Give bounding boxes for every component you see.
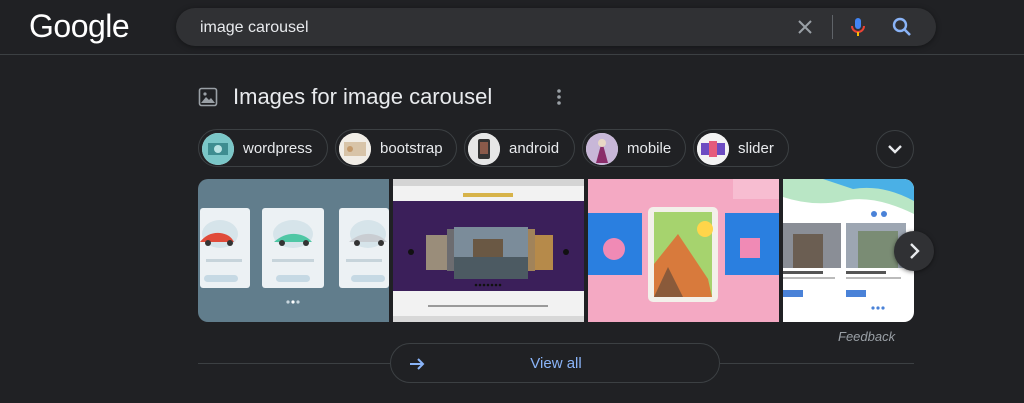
chip-thumbnail <box>468 133 500 165</box>
more-vert-icon[interactable] <box>552 86 566 108</box>
feedback-link[interactable]: Feedback <box>838 329 895 344</box>
chevron-right-icon[interactable] <box>894 231 934 271</box>
section-title[interactable]: Images for image carousel <box>233 84 492 110</box>
search-input[interactable] <box>198 16 762 40</box>
chip-wordpress[interactable]: wordpress <box>198 129 328 167</box>
chip-bootstrap[interactable]: bootstrap <box>335 129 457 167</box>
chip-label: android <box>509 140 560 157</box>
chip-label: slider <box>738 140 774 157</box>
image-result[interactable] <box>588 179 779 322</box>
close-icon[interactable] <box>794 16 816 38</box>
chip-thumbnail <box>697 133 729 165</box>
chip-mobile[interactable]: mobile <box>582 129 686 167</box>
divider <box>198 363 390 364</box>
chip-thumbnail <box>586 133 618 165</box>
view-all-label: View all <box>530 355 582 372</box>
chip-label: mobile <box>627 140 672 157</box>
divider <box>720 363 914 364</box>
chevron-down-icon[interactable] <box>876 130 914 168</box>
search-icon[interactable] <box>890 15 914 39</box>
image-result[interactable] <box>393 179 584 322</box>
chip-thumbnail <box>202 133 234 165</box>
images-icon <box>198 87 218 107</box>
search-box[interactable] <box>176 8 936 46</box>
chip-android[interactable]: android <box>464 129 575 167</box>
image-result[interactable] <box>198 179 389 322</box>
chip-slider[interactable]: slider <box>693 129 789 167</box>
google-logo[interactable]: Google <box>29 8 130 45</box>
mic-icon[interactable] <box>846 15 870 39</box>
chip-label: bootstrap <box>380 140 443 157</box>
chip-thumbnail <box>339 133 371 165</box>
image-carousel <box>198 179 914 322</box>
chip-label: wordpress <box>243 140 313 157</box>
search-divider <box>832 15 833 39</box>
top-bar: Google <box>0 0 1024 55</box>
view-all-button[interactable]: View all <box>390 343 720 383</box>
